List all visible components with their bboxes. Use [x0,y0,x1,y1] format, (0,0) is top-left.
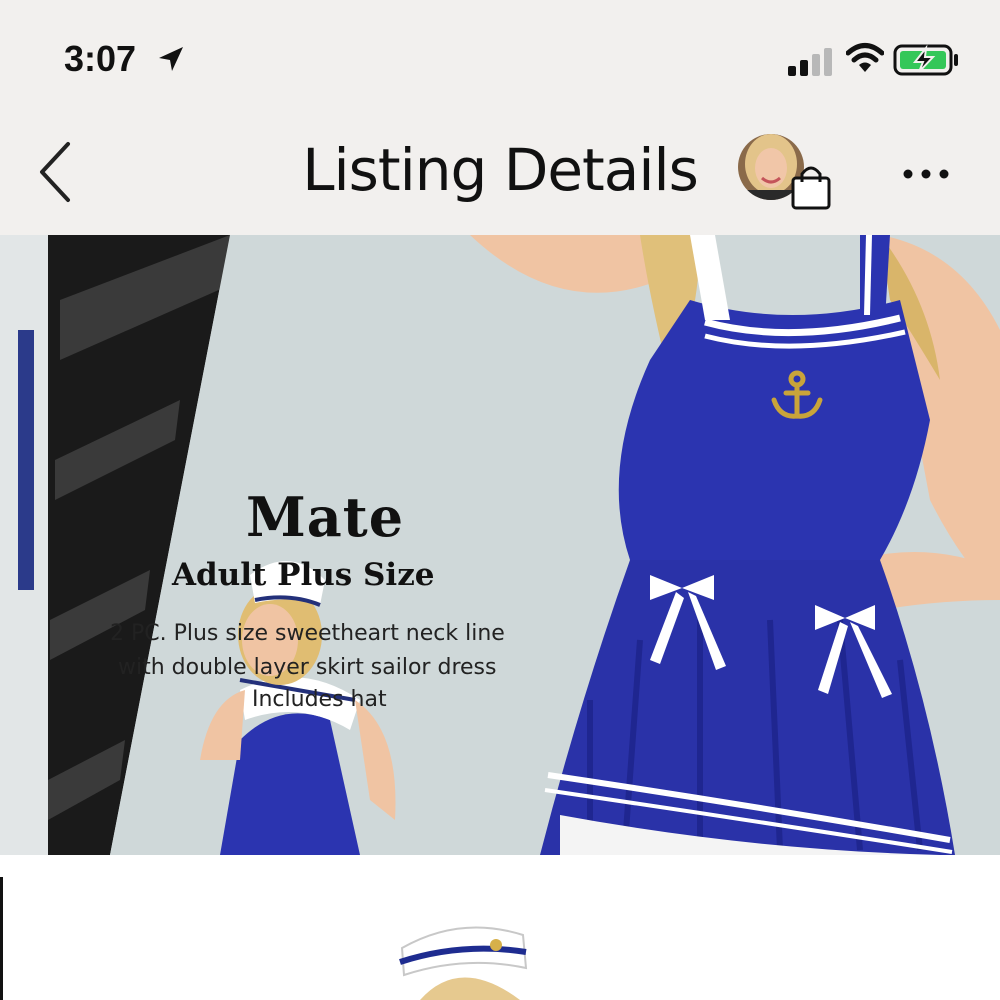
package-description-line: Includes hat [252,687,387,712]
signal-icon [788,48,832,76]
wifi-icon [846,43,884,72]
top-bar: 3:07 Listing Details [0,0,1000,235]
package-subtitle: Adult Plus Size [172,557,435,593]
back-chevron-icon[interactable] [30,138,80,208]
page-title: Listing Details [302,136,699,204]
status-time: 3:07 [64,38,137,79]
location-arrow-icon [159,47,183,71]
battery-icon [893,44,958,76]
more-icon[interactable] [900,166,952,182]
listing-photo[interactable]: Mate Adult Plus Size 2 PC. Plus size swe… [0,235,1000,855]
listing-photo-second[interactable] [0,855,1000,1000]
package-description-line: with double layer skirt sailor dress [118,655,497,680]
package-title: Mate [246,485,405,549]
package-description-line: 2 PC. Plus size sweetheart neck line [110,621,505,646]
shopping-bag-icon[interactable] [788,162,834,210]
